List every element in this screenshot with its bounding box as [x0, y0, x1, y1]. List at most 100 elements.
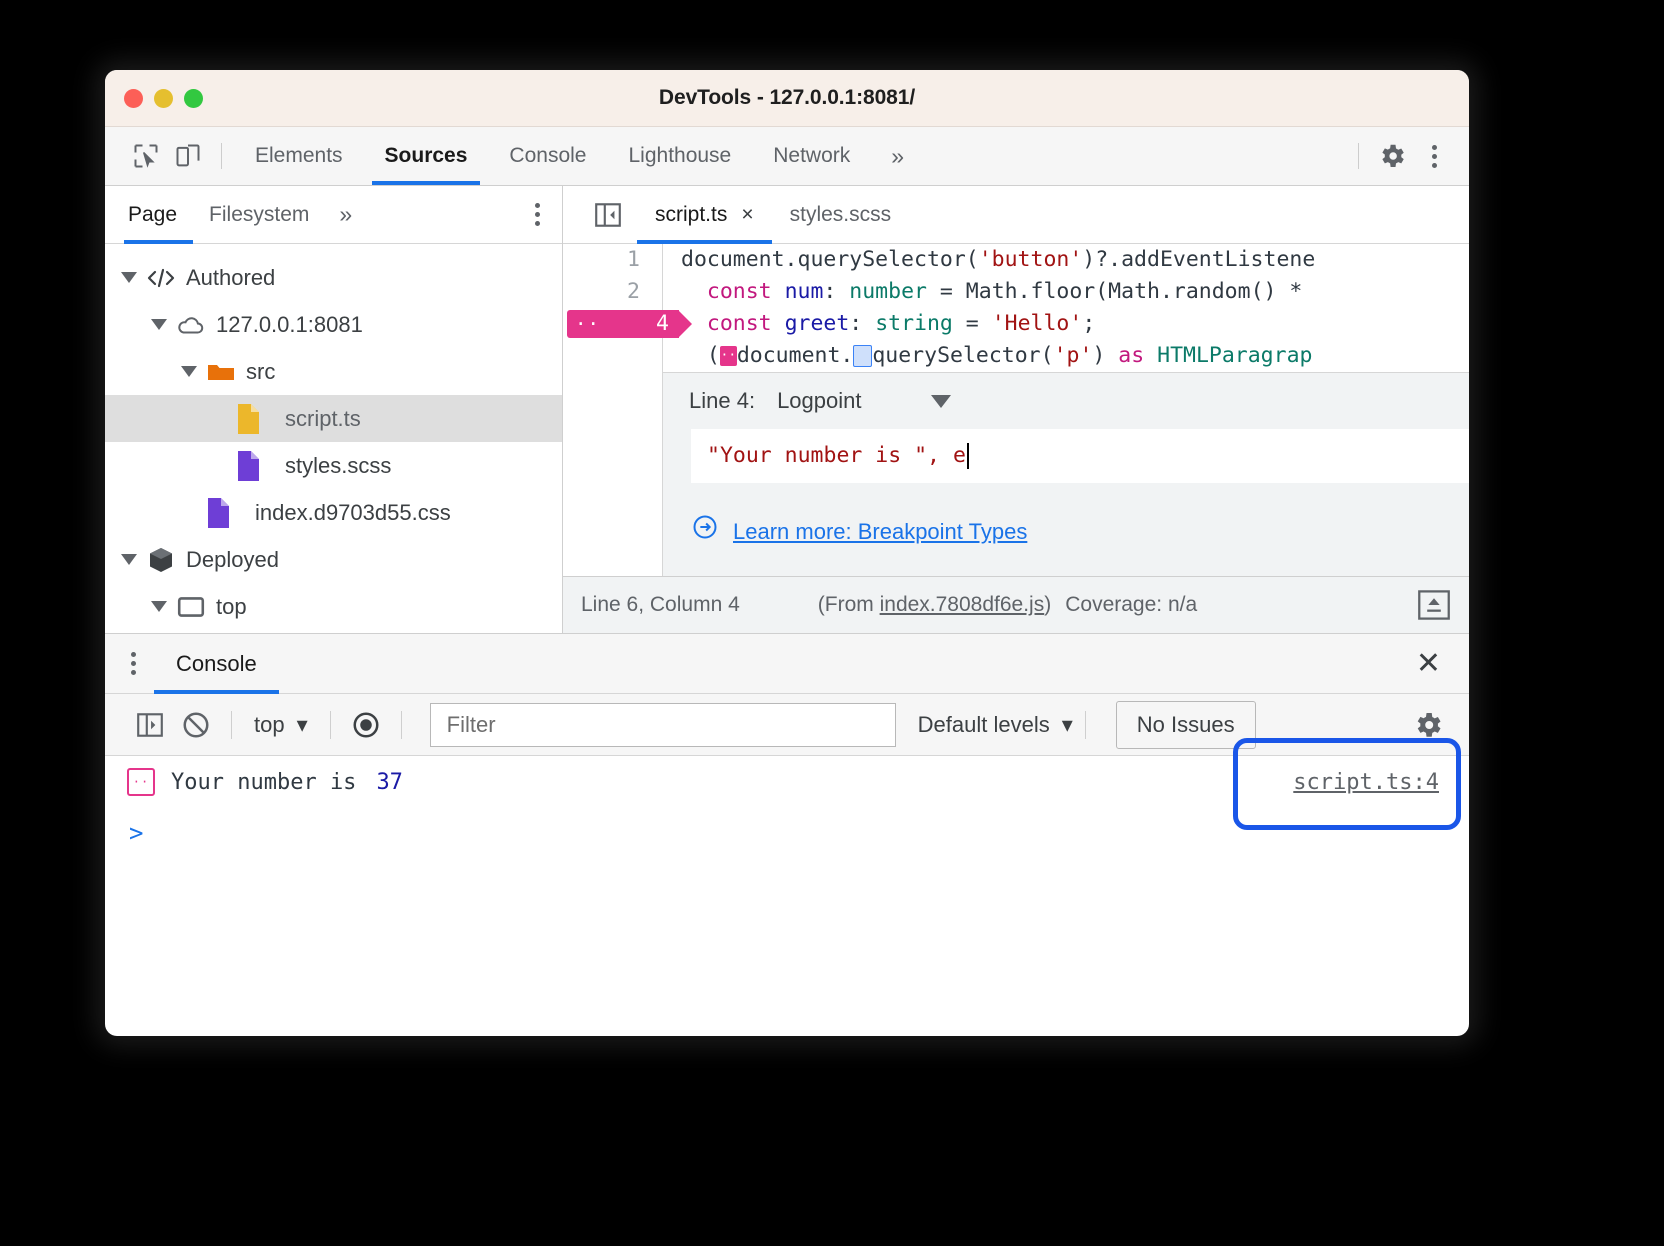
console-message-row[interactable]: ·· Your number is 37 script.ts:4 [105, 756, 1469, 808]
chevron-down-icon[interactable] [151, 319, 167, 330]
chevron-down-icon[interactable] [121, 272, 137, 283]
line-number[interactable]: 2 [563, 276, 662, 308]
tab-console[interactable]: Console [488, 127, 607, 185]
tab-network[interactable]: Network [752, 127, 871, 185]
chevron-down-icon: ▾ [297, 712, 308, 738]
toolbar-divider [221, 143, 222, 169]
tree-item-deployed[interactable]: Deployed [105, 536, 562, 583]
nav-tab-filesystem[interactable]: Filesystem [193, 186, 325, 243]
panel-tabs: Elements Sources Console Lighthouse Netw… [234, 127, 924, 185]
live-expression-icon[interactable] [343, 702, 389, 748]
log-levels-selector[interactable]: Default levels ▾ [918, 712, 1073, 738]
tab-lighthouse-label: Lighthouse [628, 144, 731, 168]
tree-item-top[interactable]: top [105, 583, 562, 630]
text-caret [967, 443, 969, 469]
logpoint-dots-icon: ·· [575, 315, 600, 334]
logpoint-learn-more[interactable]: Learn more: Breakpoint Types [663, 483, 1469, 576]
console-sidebar-icon[interactable] [127, 702, 173, 748]
console-prompt-caret: > [129, 819, 143, 847]
logpoint-line-label: Line 4: [689, 385, 755, 417]
code-line-1: 1 document.querySelector('button')?.addE… [563, 244, 1469, 276]
console-prompt[interactable]: > [105, 808, 1469, 858]
chevron-down-icon[interactable] [121, 554, 137, 565]
tree-item-label: Deployed [186, 547, 279, 573]
code-line-4: ·· 4 (··document.querySelector('p') as H… [563, 340, 1469, 372]
inspect-cursor-icon[interactable] [125, 135, 167, 177]
window-title: DevTools - 127.0.0.1:8081/ [105, 86, 1469, 110]
tree-item-authored[interactable]: Authored [105, 254, 562, 301]
tree-item-script-ts[interactable]: script.ts [105, 395, 562, 442]
line-number: 4 [656, 308, 669, 340]
tab-elements[interactable]: Elements [234, 127, 364, 185]
kebab-menu-icon[interactable] [1413, 135, 1455, 177]
learn-more-link[interactable]: Learn more: Breakpoint Types [733, 516, 1027, 548]
chevron-down-icon[interactable] [931, 395, 951, 408]
tab-console-label: Console [509, 144, 586, 168]
tree-item-label: 127.0.0.1:8081 [216, 312, 363, 338]
tab-lighthouse[interactable]: Lighthouse [607, 127, 752, 185]
inline-breakpoint-chip-icon[interactable] [853, 345, 872, 367]
logpoint-expression-input[interactable]: "Your number is ", e [691, 429, 1469, 483]
toolbar-divider [231, 711, 232, 739]
code-brackets-icon [146, 266, 176, 290]
clear-console-icon[interactable] [173, 702, 219, 748]
code-line-4-text[interactable]: (··document.querySelector('p') as HTMLPa… [662, 340, 1469, 372]
close-icon[interactable]: × [741, 203, 753, 227]
line-number-4[interactable]: ·· 4 [563, 308, 662, 404]
execution-context-label: top [254, 712, 285, 738]
drawer-menu-icon[interactable] [131, 652, 136, 675]
editor-tab-styles-scss[interactable]: styles.scss [772, 186, 910, 243]
origin-file-link[interactable]: index.7808df6e.js [880, 593, 1045, 616]
editor-tab-script-ts[interactable]: script.ts × [637, 186, 772, 243]
code-line-3: 3 const greet: string = 'Hello'; [563, 308, 1469, 340]
inline-logpoint-chip-icon[interactable]: ·· [720, 346, 737, 366]
device-toolbar-icon[interactable] [167, 135, 209, 177]
format-source-icon[interactable] [1417, 589, 1451, 621]
file-purple-icon [205, 497, 231, 529]
tree-item-styles-scss[interactable]: styles.scss [105, 442, 562, 489]
code-line-3-text[interactable]: const greet: string = 'Hello'; [662, 308, 1469, 340]
console-toolbar: top ▾ Filter Default levels ▾ No Issues [105, 694, 1469, 756]
logpoint-gutter-marker[interactable]: ·· 4 [567, 310, 679, 338]
execution-context-selector[interactable]: top ▾ [244, 712, 318, 738]
gear-icon[interactable] [1371, 135, 1413, 177]
console-source-link[interactable]: script.ts:4 [1293, 770, 1439, 795]
nav-tab-filesystem-label: Filesystem [209, 203, 309, 227]
issues-button[interactable]: No Issues [1116, 701, 1256, 749]
toolbar-divider-right [1358, 143, 1359, 169]
filter-input[interactable]: Filter [430, 703, 896, 747]
more-navigator-tabs-icon[interactable]: » [325, 201, 366, 228]
line-number[interactable]: 1 [563, 244, 662, 276]
logpoint-editor-popup: Line 4: Logpoint "Your number is ", e [662, 372, 1469, 576]
chevron-down-icon: ▾ [1062, 712, 1073, 738]
drawer-tab-console[interactable]: Console [154, 634, 279, 693]
more-panels-icon[interactable]: » [871, 143, 924, 170]
close-icon[interactable]: ✕ [1416, 649, 1441, 679]
code-editor[interactable]: 1 document.querySelector('button')?.addE… [563, 244, 1469, 576]
tab-sources[interactable]: Sources [364, 127, 489, 185]
nav-tab-page-label: Page [128, 203, 177, 227]
code-line-1-text[interactable]: document.querySelector('button')?.addEve… [662, 244, 1469, 276]
chevron-down-icon[interactable] [181, 366, 197, 377]
filter-placeholder: Filter [447, 712, 496, 738]
code-token: 'button' [979, 244, 1083, 276]
code-token: document.querySelector( [681, 244, 979, 276]
tree-item-src[interactable]: src [105, 348, 562, 395]
breakpoint-type-select[interactable]: Logpoint [777, 385, 951, 417]
tab-network-label: Network [773, 144, 850, 168]
code-line-2: 2 const num: number = Math.floor(Math.ra… [563, 276, 1469, 308]
issues-label: No Issues [1137, 712, 1235, 738]
drawer-tabs: Console ✕ [105, 634, 1469, 694]
show-navigator-icon[interactable] [579, 201, 637, 229]
chevron-down-icon[interactable] [151, 601, 167, 612]
navigator-menu-icon[interactable] [535, 203, 540, 226]
nav-tab-page[interactable]: Page [124, 186, 193, 243]
code-line-2-text[interactable]: const num: number = Math.floor(Math.rand… [662, 276, 1469, 308]
tree-item-deployed-host[interactable]: 127.0.0.1:8081 [105, 630, 562, 633]
tree-item-index-css[interactable]: index.d9703d55.css [105, 489, 562, 536]
logpoint-badge-icon: ·· [127, 768, 155, 796]
tree-item-authored-host[interactable]: 127.0.0.1:8081 [105, 301, 562, 348]
console-output: ·· Your number is 37 script.ts:4 > [105, 756, 1469, 947]
gear-icon[interactable] [1405, 702, 1451, 748]
tree-item-label: top [216, 594, 247, 620]
